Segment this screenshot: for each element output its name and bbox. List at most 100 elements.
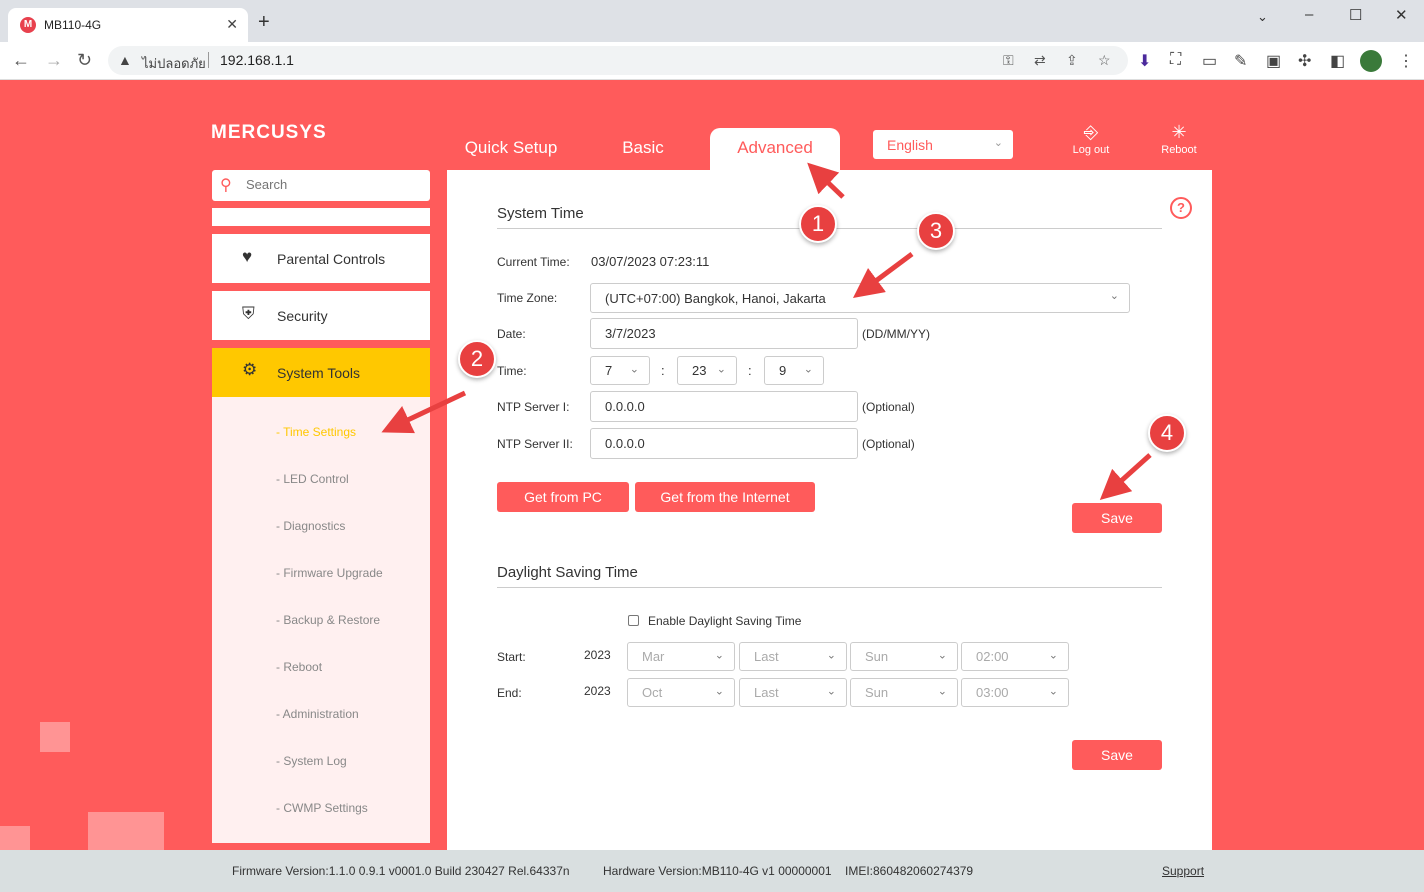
search-box[interactable]: ⚲ bbox=[212, 170, 430, 201]
close-tab-icon[interactable]: ✕ bbox=[226, 16, 238, 33]
minute-value: 23 bbox=[692, 363, 707, 378]
maximize-button[interactable]: ☐ bbox=[1349, 6, 1362, 24]
browser-tab[interactable]: M MB110-4G ✕ bbox=[8, 8, 248, 42]
language-value: English bbox=[887, 137, 933, 153]
shield-icon: ⛨ bbox=[242, 304, 255, 323]
dst-end-week-select[interactable]: Last ⌄ bbox=[739, 678, 847, 707]
dst-end-label: End: bbox=[497, 686, 522, 700]
bg-decoration bbox=[88, 812, 164, 852]
sidebar-item-partial[interactable] bbox=[212, 208, 430, 226]
footer-bar: Firmware Version:1.1.0 0.9.1 v0001.0 Bui… bbox=[0, 850, 1424, 892]
help-icon[interactable]: ? bbox=[1170, 197, 1192, 219]
submenu-cwmp-settings[interactable]: - CWMP Settings bbox=[276, 801, 368, 815]
favicon-icon: M bbox=[20, 17, 36, 33]
screenshot-icon[interactable]: ⛶ bbox=[1170, 51, 1181, 69]
support-link[interactable]: Support bbox=[1162, 864, 1204, 878]
menu-kebab-icon[interactable]: ⋮ bbox=[1398, 51, 1414, 71]
dst-start-day-select[interactable]: Sun ⌄ bbox=[850, 642, 958, 671]
tab-advanced[interactable]: Advanced bbox=[710, 128, 840, 170]
dst-end-time: 03:00 bbox=[976, 685, 1009, 700]
capture-icon[interactable]: ▣ bbox=[1266, 51, 1281, 71]
dst-end-day-select[interactable]: Sun ⌄ bbox=[850, 678, 958, 707]
search-icon: ⚲ bbox=[220, 177, 232, 194]
dst-start-time-select[interactable]: 02:00 ⌄ bbox=[961, 642, 1069, 671]
sidebar-item-parental-controls[interactable]: ♥ Parental Controls bbox=[212, 234, 430, 283]
sidebar-item-system-tools[interactable]: ⚙ System Tools bbox=[212, 348, 430, 397]
dst-start-week-select[interactable]: Last ⌄ bbox=[739, 642, 847, 671]
submenu-system-log[interactable]: - System Log bbox=[276, 754, 347, 768]
tab-basic[interactable]: Basic bbox=[600, 128, 686, 170]
hour-select[interactable]: 7 ⌄ bbox=[590, 356, 650, 385]
save-button[interactable]: Save bbox=[1072, 503, 1162, 533]
cast-icon[interactable]: ▭ bbox=[1202, 51, 1217, 71]
tab-quick-setup[interactable]: Quick Setup bbox=[455, 128, 567, 170]
key-icon[interactable]: ⚿ bbox=[1003, 52, 1014, 69]
optional-hint: (Optional) bbox=[862, 437, 915, 451]
get-from-pc-button[interactable]: Get from PC bbox=[497, 482, 629, 512]
submenu-administration[interactable]: - Administration bbox=[276, 707, 359, 721]
dst-start-time: 02:00 bbox=[976, 649, 1009, 664]
edit-icon[interactable]: ✎ bbox=[1234, 51, 1247, 71]
download-icon[interactable]: ⬇ bbox=[1138, 51, 1151, 71]
second-select[interactable]: 9 ⌄ bbox=[764, 356, 824, 385]
extensions-icon[interactable]: ✣ bbox=[1298, 51, 1311, 71]
chevron-down-icon: ⌄ bbox=[629, 363, 639, 376]
minimize-button[interactable]: – bbox=[1305, 6, 1313, 23]
minute-select[interactable]: 23 ⌄ bbox=[677, 356, 737, 385]
date-format-hint: (DD/MM/YY) bbox=[862, 327, 930, 341]
sidebar-item-security[interactable]: ⛨ Security bbox=[212, 291, 430, 340]
reboot-button[interactable]: ✳ Reboot bbox=[1149, 122, 1209, 156]
back-arrow-icon[interactable]: ← bbox=[12, 50, 30, 70]
forward-arrow-icon[interactable]: → bbox=[45, 50, 63, 70]
step-badge-4: 4 bbox=[1148, 414, 1186, 452]
dst-start-day: Sun bbox=[865, 649, 889, 664]
warning-icon: ▲ bbox=[118, 52, 132, 68]
logout-button[interactable]: ⎆ Log out bbox=[1061, 122, 1121, 156]
submenu-firmware-upgrade[interactable]: - Firmware Upgrade bbox=[276, 566, 383, 580]
share-icon[interactable]: ⇪ bbox=[1066, 52, 1078, 69]
submenu-time-settings[interactable]: - Time Settings bbox=[276, 425, 356, 439]
submenu-backup-restore[interactable]: - Backup & Restore bbox=[276, 613, 380, 627]
reboot-icon: ✳ bbox=[1171, 122, 1187, 142]
profile-avatar[interactable] bbox=[1360, 50, 1382, 72]
side-panel-icon[interactable]: ◧ bbox=[1330, 51, 1345, 71]
get-from-internet-button[interactable]: Get from the Internet bbox=[635, 482, 815, 512]
dst-start-month: Mar bbox=[642, 649, 665, 664]
dst-end-time-select[interactable]: 03:00 ⌄ bbox=[961, 678, 1069, 707]
reload-icon[interactable]: ↻ bbox=[77, 50, 92, 70]
dst-start-month-select[interactable]: Mar ⌄ bbox=[627, 642, 735, 671]
tab-title: MB110-4G bbox=[44, 18, 102, 32]
date-input[interactable]: 3/7/2023 bbox=[590, 318, 858, 349]
reboot-label: Reboot bbox=[1161, 144, 1197, 156]
sidebar-item-label: Security bbox=[277, 308, 328, 324]
step-badge-2: 2 bbox=[458, 340, 496, 378]
ntp-server-2-input[interactable]: 0.0.0.0 bbox=[590, 428, 858, 459]
translate-icon[interactable]: ⇄ bbox=[1034, 52, 1046, 69]
time-zone-select[interactable]: (UTC+07:00) Bangkok, Hanoi, Jakarta ⌄ bbox=[590, 283, 1130, 313]
dst-end-month-select[interactable]: Oct ⌄ bbox=[627, 678, 735, 707]
second-value: 9 bbox=[779, 363, 787, 378]
browser-toolbar: ← → ↻ ▲ ไม่ปลอดภัย 192.168.1.1 ⚿ ⇄ ⇪ ☆ ⬇… bbox=[0, 42, 1424, 80]
window-close-button[interactable]: ✕ bbox=[1395, 6, 1408, 24]
enable-dst-checkbox[interactable] bbox=[628, 615, 639, 626]
date-label: Date: bbox=[497, 327, 526, 341]
ntp-server-1-input[interactable]: 0.0.0.0 bbox=[590, 391, 858, 422]
mercusys-logo: MERCUSYS bbox=[211, 122, 327, 143]
new-tab-button[interactable]: + bbox=[258, 12, 270, 32]
bookmark-star-icon[interactable]: ☆ bbox=[1098, 52, 1111, 69]
chevron-down-icon: ⌄ bbox=[993, 137, 1003, 149]
dst-save-button[interactable]: Save bbox=[1072, 740, 1162, 770]
address-bar[interactable]: ▲ ไม่ปลอดภัย 192.168.1.1 ⚿ ⇄ ⇪ ☆ bbox=[108, 46, 1128, 75]
submenu-reboot[interactable]: - Reboot bbox=[276, 660, 322, 674]
submenu-led-control[interactable]: - LED Control bbox=[276, 472, 349, 486]
chevron-down-icon: ⌄ bbox=[826, 649, 836, 662]
language-select[interactable]: English ⌄ bbox=[873, 130, 1013, 159]
heart-icon: ♥ bbox=[242, 247, 253, 266]
search-input[interactable] bbox=[246, 177, 416, 192]
submenu-diagnostics[interactable]: - Diagnostics bbox=[276, 519, 345, 533]
current-time-label: Current Time: bbox=[497, 255, 570, 269]
gear-icon: ⚙ bbox=[242, 360, 258, 379]
dst-end-month: Oct bbox=[642, 685, 663, 700]
tab-search-icon[interactable]: ⌄ bbox=[1257, 9, 1268, 25]
chevron-down-icon: ⌄ bbox=[1048, 649, 1058, 662]
